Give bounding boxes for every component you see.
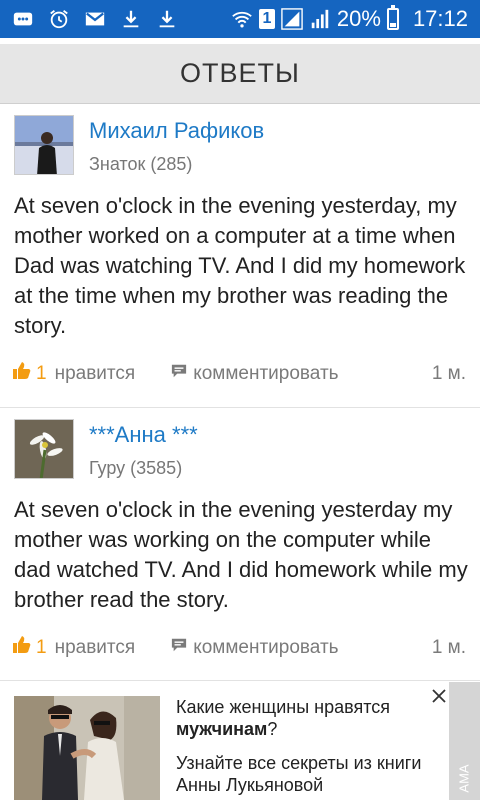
- like-button[interactable]: 1 нравится: [12, 635, 135, 661]
- close-icon[interactable]: [430, 687, 448, 705]
- answer-time: 1 м.: [431, 363, 466, 384]
- author-row: Михаил Рафиков Знаток (285): [14, 115, 264, 175]
- author-row: ***Анна *** Гуру (3585): [14, 419, 198, 479]
- like-count: 1: [36, 363, 47, 384]
- page-header: ОТВЕТЫ: [0, 44, 480, 104]
- ad-image[interactable]: [14, 696, 160, 800]
- ad-title-bold: мужчинам: [176, 719, 268, 739]
- like-button[interactable]: 1 нравится: [12, 361, 135, 387]
- ad-title-suffix: ?: [267, 719, 278, 739]
- battery-icon: [386, 5, 399, 30]
- author-name[interactable]: ***Анна ***: [89, 422, 198, 448]
- messages-icon: [12, 8, 34, 30]
- ad-side-label: АМА: [449, 682, 480, 800]
- thumbs-up-icon: [12, 361, 32, 387]
- ad-text: Узнайте все секреты из книги Анны Лукьян…: [176, 753, 422, 795]
- page-title: ОТВЕТЫ: [180, 58, 300, 88]
- comment-button[interactable]: комментировать: [171, 363, 339, 385]
- author-rank: Гуру (3585): [89, 458, 183, 478]
- answer-actions: 1 нравится комментировать 1 м.: [12, 361, 466, 387]
- author-rank: Знаток (285): [89, 154, 193, 174]
- answer-card: ***Анна *** Гуру (3585) At seven o'clock…: [0, 409, 480, 681]
- answer-text: At seven o'clock in the evening yesterda…: [14, 193, 466, 338]
- comment-label: комментировать: [193, 637, 339, 658]
- ad-title: Какие женщины нравятся мужчинам?: [176, 696, 426, 740]
- ad-side-label-text: АМА: [456, 764, 472, 793]
- sim-badge: 1: [258, 9, 275, 29]
- author-name[interactable]: Михаил Рафиков: [89, 118, 264, 144]
- wifi-icon: [231, 8, 253, 30]
- alarm-icon: [48, 8, 70, 30]
- download-icon: [156, 8, 178, 30]
- ad-banner[interactable]: Какие женщины нравятся мужчинам? Узнайте…: [0, 682, 480, 800]
- ad-title-prefix: Какие женщины нравятся: [176, 697, 391, 717]
- gmail-icon: [84, 8, 106, 30]
- answer-card: Михаил Рафиков Знаток (285) At seven o'c…: [0, 105, 480, 408]
- status-bar: 1 20% 17:12: [0, 0, 480, 38]
- comment-icon: [171, 637, 193, 659]
- like-count: 1: [36, 637, 47, 658]
- signal-icon: [281, 8, 303, 30]
- like-label: нравится: [54, 637, 136, 658]
- answer-text: At seven o'clock in the evening yesterda…: [14, 497, 468, 612]
- comment-button[interactable]: комментировать: [171, 637, 339, 659]
- avatar[interactable]: [14, 419, 74, 479]
- answer-actions: 1 нравится комментировать 1 м.: [12, 635, 466, 661]
- avatar[interactable]: [14, 115, 74, 175]
- signal-icon: [309, 8, 331, 30]
- battery-percent: 20%: [336, 6, 381, 31]
- answer-time: 1 м.: [431, 637, 466, 658]
- comment-icon: [171, 363, 193, 385]
- download-icon: [120, 8, 142, 30]
- like-label: нравится: [54, 363, 136, 384]
- clock: 17:12: [412, 6, 468, 31]
- thumbs-up-icon: [12, 635, 32, 661]
- comment-label: комментировать: [193, 363, 339, 384]
